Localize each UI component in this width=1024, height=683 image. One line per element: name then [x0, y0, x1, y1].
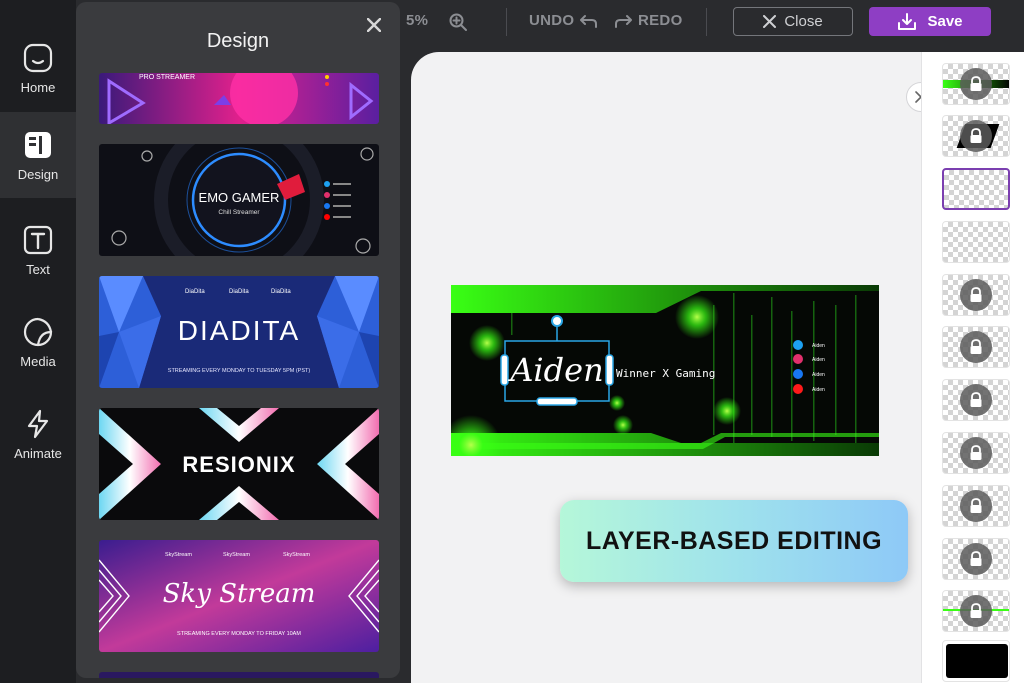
template-diadita-title: DIADITA — [178, 315, 300, 346]
close-button[interactable]: Close — [733, 7, 853, 36]
banner-name[interactable]: Aiden — [507, 351, 603, 389]
template-diadita[interactable]: DIADITA DiaDita DiaDita DiaDita STREAMIN… — [99, 276, 379, 388]
redo-icon — [615, 14, 632, 28]
template-sky-stream-tagline: STREAMING EVERY MONDAY TO FRIDAY 10AM — [177, 631, 301, 637]
nav-item-home[interactable]: Home — [0, 24, 76, 112]
layer-item[interactable] — [942, 221, 1010, 263]
layer-item[interactable] — [942, 590, 1010, 632]
template-sky-stream-handle-3: SkyStream — [283, 552, 310, 558]
template-sky-stream[interactable]: Sky Stream SkyStream SkyStream SkyStream… — [99, 540, 379, 652]
template-resionix[interactable]: RESIONIX — [99, 408, 379, 520]
template-next[interactable] — [99, 672, 379, 678]
template-sky-stream-handle-1: SkyStream — [165, 552, 192, 558]
template-emo-gamer-subtitle: Chill Streamer — [218, 209, 260, 216]
download-icon — [898, 12, 917, 30]
nav-label-home: Home — [20, 79, 56, 95]
nav-item-design[interactable]: Design — [0, 112, 76, 198]
close-icon — [763, 15, 777, 28]
template-pro-streamer[interactable]: PRO STREAMER — [99, 73, 379, 124]
template-emo-gamer-title: EMO GAMER — [199, 190, 280, 205]
nav-item-media[interactable]: Media — [0, 298, 76, 386]
layer-item[interactable] — [942, 485, 1010, 527]
layer-item-background[interactable] — [942, 640, 1010, 682]
layer-item[interactable] — [942, 115, 1010, 157]
layer-item[interactable] — [942, 326, 1010, 368]
banner-social-3: Aiden — [812, 372, 825, 378]
toolbar-divider-2 — [706, 8, 707, 36]
template-pro-streamer-title: PRO STREAMER — [139, 74, 195, 81]
lock-icon — [960, 384, 992, 416]
close-label: Close — [784, 13, 823, 30]
redo-label: REDO — [638, 12, 683, 29]
lock-icon — [960, 595, 992, 627]
nav-item-animate[interactable]: Animate — [0, 390, 76, 478]
lock-icon — [960, 279, 992, 311]
save-button[interactable]: Save — [869, 7, 991, 36]
close-icon — [367, 18, 381, 32]
home-icon — [23, 43, 53, 72]
nav-label-animate: Animate — [14, 445, 62, 461]
design-icon — [25, 131, 51, 158]
text-icon — [23, 225, 53, 254]
template-diadita-tagline: STREAMING EVERY MONDAY TO TUESDAY 5PM (P… — [168, 368, 311, 374]
lock-icon — [960, 120, 992, 152]
lock-icon — [960, 437, 992, 469]
template-sky-stream-title: Sky Stream — [163, 579, 316, 609]
nav-label-design: Design — [17, 166, 59, 182]
zoom-level[interactable]: 5% — [406, 12, 428, 29]
lock-icon — [960, 490, 992, 522]
undo-button[interactable]: UNDO — [529, 12, 598, 29]
media-icon — [23, 317, 53, 346]
template-diadita-handle-1: DiaDita — [185, 289, 205, 295]
animate-icon — [27, 409, 49, 438]
banner-social-4: Aiden — [812, 387, 825, 393]
zoom-in-icon — [449, 13, 467, 31]
feature-caption: LAYER-BASED EDITING — [560, 500, 908, 582]
undo-icon — [580, 14, 598, 28]
lock-icon — [960, 68, 992, 100]
banner-social-2: Aiden — [812, 357, 825, 363]
nav-rail: Home Design Text Media Animate — [0, 0, 76, 683]
layer-item[interactable] — [942, 274, 1010, 316]
save-label: Save — [927, 13, 963, 30]
layers-panel — [921, 52, 1024, 683]
lock-icon — [960, 543, 992, 575]
layer-item[interactable] — [942, 538, 1010, 580]
template-resionix-title: RESIONIX — [182, 452, 295, 477]
toolbar-divider — [506, 8, 507, 36]
lock-icon — [960, 331, 992, 363]
template-emo-gamer[interactable]: EMO GAMER Chill Streamer — [99, 144, 379, 256]
template-diadita-handle-2: DiaDita — [229, 289, 249, 295]
banner-tagline[interactable]: Winner X Gaming — [616, 367, 715, 380]
redo-button[interactable]: REDO — [614, 12, 683, 29]
panel-title: Design — [206, 30, 270, 52]
banner-social-1: Aiden — [812, 343, 825, 349]
undo-label: UNDO — [529, 12, 575, 29]
banner-design[interactable]: Aiden Winner X Gaming Aiden Aiden Aiden … — [451, 285, 879, 456]
nav-item-text[interactable]: Text — [0, 206, 76, 294]
nav-label-media: Media — [20, 353, 56, 369]
panel-close-button[interactable] — [364, 15, 384, 35]
layer-item-selected[interactable] — [942, 168, 1010, 210]
template-sky-stream-handle-2: SkyStream — [223, 552, 250, 558]
nav-label-text: Text — [26, 261, 50, 277]
zoom-in-button[interactable] — [448, 12, 468, 37]
design-panel: Design PRO STREAMER EMO GAMER Chill Stre… — [76, 2, 400, 678]
layer-item[interactable] — [942, 432, 1010, 474]
layer-item[interactable] — [942, 63, 1010, 105]
layer-item[interactable] — [942, 379, 1010, 421]
template-diadita-handle-3: DiaDita — [271, 289, 291, 295]
